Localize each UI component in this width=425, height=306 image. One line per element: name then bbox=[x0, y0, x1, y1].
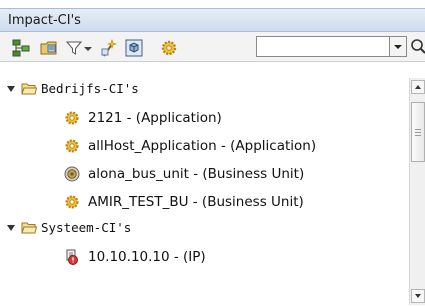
scrollbar-thumb[interactable] bbox=[411, 102, 425, 162]
gear-icon bbox=[65, 111, 79, 125]
search-icon[interactable] bbox=[410, 38, 425, 56]
filter-icon[interactable] bbox=[65, 39, 83, 57]
tree-group-label: Bedrijfs-CI's bbox=[41, 81, 139, 96]
business-unit-icon bbox=[64, 166, 80, 182]
folder-config-icon[interactable] bbox=[40, 39, 58, 57]
chevron-up-icon bbox=[415, 85, 421, 89]
toolbar bbox=[0, 32, 425, 62]
panel-title: Impact-CI's bbox=[8, 13, 81, 28]
gear-icon[interactable] bbox=[160, 39, 178, 57]
chevron-down-icon bbox=[415, 294, 421, 298]
hierarchy-icon[interactable] bbox=[12, 39, 30, 57]
panel-header: Impact-CI's bbox=[0, 8, 425, 32]
dropdown-arrow-icon[interactable] bbox=[83, 39, 93, 57]
folder-open-icon bbox=[21, 222, 37, 234]
tree-group-label: Systeem-CI's bbox=[41, 220, 132, 235]
folder-open-icon bbox=[21, 83, 37, 95]
impact-ci-panel: Impact-CI's Bedrijfs-CI's 2121 - (Applic… bbox=[0, 0, 425, 305]
search-dropdown-button[interactable] bbox=[389, 36, 407, 57]
scroll-up-button[interactable] bbox=[411, 80, 425, 94]
gear-icon bbox=[65, 139, 79, 153]
gear-icon bbox=[65, 195, 79, 209]
ci-tree: Bedrijfs-CI's 2121 - (Application) allHo… bbox=[0, 63, 409, 305]
wizard-icon[interactable] bbox=[100, 39, 118, 57]
tree-item-label: AMIR_TEST_BU - (Business Unit) bbox=[88, 194, 304, 210]
vertical-scrollbar[interactable] bbox=[409, 78, 425, 305]
chevron-down-icon bbox=[394, 45, 402, 49]
tree-item-label: 2121 - (Application) bbox=[88, 110, 222, 126]
ip-alert-icon bbox=[66, 249, 78, 265]
tree-item-label: allHost_Application - (Application) bbox=[88, 138, 317, 154]
scroll-down-button[interactable] bbox=[411, 289, 425, 303]
expand-arrow-icon[interactable] bbox=[6, 223, 16, 233]
tree-item-label: 10.10.10.10 - (IP) bbox=[88, 249, 206, 265]
search-input[interactable] bbox=[256, 36, 390, 57]
expand-arrow-icon[interactable] bbox=[6, 84, 16, 94]
cube-icon[interactable] bbox=[125, 39, 143, 57]
tree-item-label: alona_bus_unit - (Business Unit) bbox=[88, 166, 305, 182]
